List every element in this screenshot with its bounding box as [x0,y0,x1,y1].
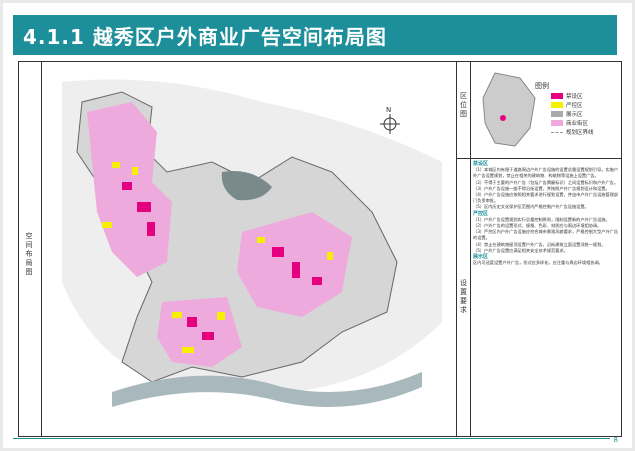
svg-text:N: N [386,106,391,114]
prohibited-zone [272,247,284,257]
main-map[interactable]: N [42,62,455,436]
prohibited-zone [147,222,155,236]
title-bar: 4.1.1 越秀区户外商业广告空间布局图 [13,15,617,55]
requirements-label: 设置要求 [457,159,471,436]
yuexiu-location-marker [500,115,506,121]
restricted-zone [327,252,333,260]
req-line: （1）本城区内有限于道路周边户外广告设施的设置总量设置规划引导。实施户外广告设置… [473,167,619,179]
legend-title: 图例 [535,82,549,90]
location-section: 区位图 图例 禁设区 严控区 展示区 商业街区 规划区界线 [457,62,622,159]
map-frame: 空间布局图 N 区位图 图例 禁设区 严控区 展示区 商业街区 规划区界线 设置… [18,61,622,437]
legend: 禁设区 严控区 展示区 商业街区 规划区界线 [551,92,594,137]
restricted-zone [132,167,138,175]
prohibited-zone [312,277,322,285]
restricted-zone [182,347,194,353]
restricted-zone [102,222,112,228]
legend-item: 展示区 [551,110,594,118]
left-label-strip: 空间布局图 [19,62,42,436]
restricted-zone [257,237,265,243]
req-line: （2）不得于主要的户外广告（包括广告牌匾标识）之间设置标识和户外广告。 [473,179,619,185]
requirements-section: 设置要求 禁设区 （1）本城区内有限于道路周边户外广告设施的设置总量设置规划引导… [457,159,622,436]
location-label: 区位图 [457,62,471,158]
legend-item: 禁设区 [551,92,594,100]
footer-divider [13,438,610,439]
restricted-zone [172,312,182,318]
req-line: （3）严控区内户外广告设施应符合城市景观风貌要求，严格控制大型户外广告的设置。 [473,229,619,241]
requirements-text: 禁设区 （1）本城区内有限于道路周边户外广告设施的设置总量设置规划引导。实施户外… [473,161,619,266]
legend-item: 严控区 [551,101,594,109]
restricted-zone [217,312,225,320]
district-map-svg: N [42,62,455,436]
req-line: 区内可适度设置户外广告，形式应多样化，应注重与周边环境相协调。 [473,260,603,266]
left-label: 空间布局图 [25,232,33,276]
guangzhou-outline [482,72,536,147]
restricted-zone [112,162,120,168]
req-line: （4）禁止在建筑物屋顶设置户外广告，沿街建筑立面设置须统一规划。 [473,241,606,247]
page-title: 4.1.1 越秀区户外商业广告空间布局图 [23,25,387,49]
prohibited-zone [202,332,214,340]
legend-item: 商业街区 [551,119,594,127]
page: 4.1.1 越秀区户外商业广告空间布局图 空间布局图 N 区位图 图例 禁设区 … [3,3,632,448]
req-line: （4）户外广告设施应按照相关要求进行规划设置，并由市户外广告设施管理部门负责审批… [473,192,619,204]
right-panel: 区位图 图例 禁设区 严控区 展示区 商业街区 规划区界线 设置要求 禁设区 （… [456,62,622,436]
legend-item: 规划区界线 [551,128,594,136]
prohibited-zone [187,317,197,327]
prohibited-zone [122,182,132,190]
prohibited-zone [137,202,151,212]
prohibited-zone [292,262,300,278]
page-number: 8 [613,436,618,444]
